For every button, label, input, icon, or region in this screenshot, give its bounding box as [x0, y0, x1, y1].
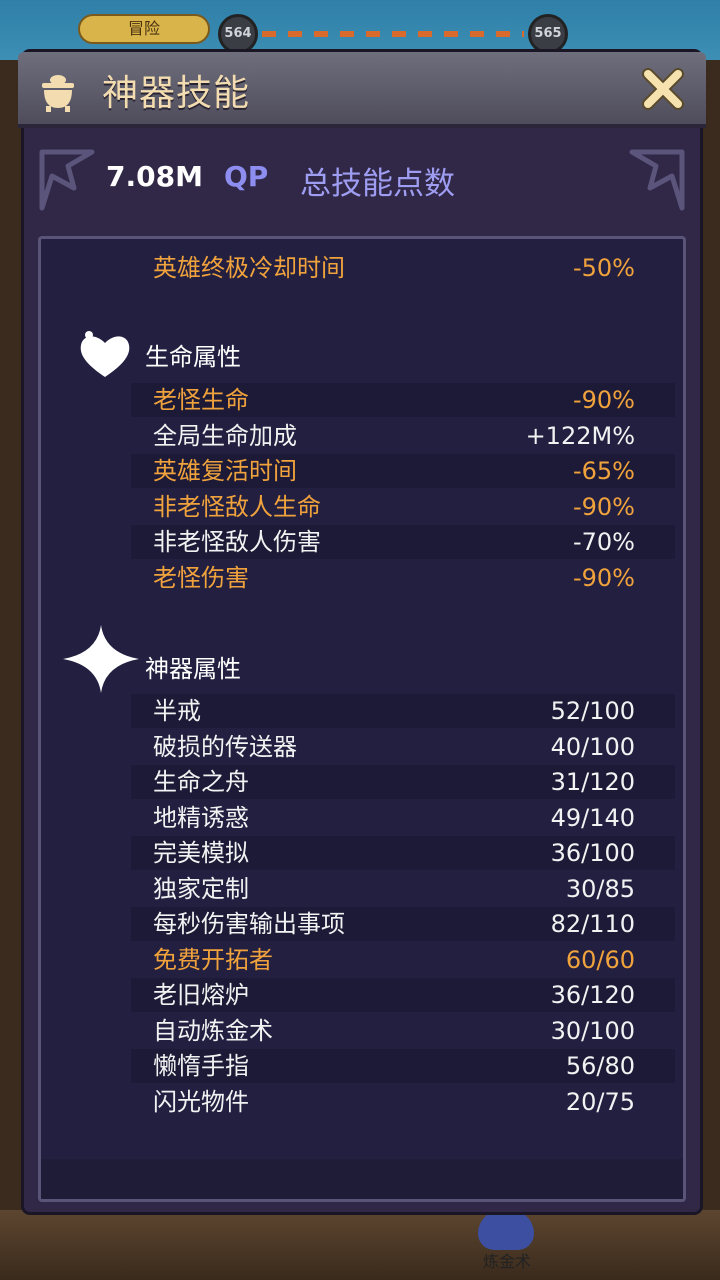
stat-label: 老怪生命 [153, 386, 249, 414]
adventure-tab[interactable]: 冒险 [78, 14, 210, 44]
stat-value: -65% [572, 457, 635, 485]
stat-value: -90% [572, 492, 635, 521]
close-icon[interactable] [638, 64, 688, 114]
stat-value: 30/85 [565, 874, 635, 903]
stat-label: 英雄终极冷却时间 [153, 254, 345, 282]
stat-label: 闪光物件 [153, 1087, 249, 1116]
alchemy-creature-icon[interactable] [478, 1210, 534, 1250]
stat-label: 生命之舟 [153, 768, 249, 796]
total-skill-points-label: 总技能点数 [300, 166, 455, 202]
bottom-nav-bar [0, 1210, 720, 1280]
stat-row: 完美模拟 36/100 [131, 836, 675, 870]
stat-label: 完美模拟 [153, 839, 249, 867]
stat-value: 36/120 [550, 981, 635, 1009]
heart-icon [80, 331, 130, 377]
stat-label: 地精诱惑 [153, 803, 249, 832]
stat-row: 闪光物件 20/75 [131, 1085, 675, 1119]
stat-row: 老怪生命 -90% [131, 383, 675, 417]
stat-row: 英雄复活时间 -65% [131, 454, 675, 488]
stage-progress-track [262, 31, 524, 37]
stat-value: -50% [572, 254, 635, 282]
stat-value: 52/100 [550, 697, 635, 725]
ornament-left-icon [39, 149, 95, 211]
stat-row: 地精诱惑 49/140 [131, 801, 675, 835]
stat-row: 免费开拓者 60/60 [131, 943, 675, 977]
stat-label: 每秒伤害输出事项 [153, 910, 345, 938]
stat-label: 老怪伤害 [153, 563, 249, 592]
sparkle-icon [63, 625, 139, 693]
stat-label: 非老怪敌人生命 [153, 492, 321, 521]
cauldron-icon [42, 75, 74, 112]
stat-row: 老怪伤害 -90% [131, 561, 675, 595]
stat-value: 31/120 [550, 768, 635, 796]
stat-value: 60/60 [565, 945, 635, 974]
stat-row: 每秒伤害输出事项 82/110 [131, 907, 675, 941]
stat-value: 40/100 [550, 732, 635, 761]
stat-row: 老旧熔炉 36/120 [131, 978, 675, 1012]
stat-label: 全局生命加成 [153, 421, 297, 450]
stat-value: +122M% [525, 421, 635, 450]
dialog-header: 神器技能 [18, 52, 706, 128]
stat-row: 半戒 52/100 [131, 694, 675, 728]
qp-unit: QP [224, 160, 269, 193]
artifact-section-title: 神器属性 [145, 655, 241, 683]
stat-value: 30/100 [550, 1016, 635, 1045]
stat-row: 非老怪敌人伤害 -70% [131, 525, 675, 559]
stat-label: 独家定制 [153, 874, 249, 903]
stat-value: 56/80 [565, 1052, 635, 1080]
stat-value: -90% [572, 563, 635, 592]
stat-row: 破损的传送器 40/100 [131, 730, 675, 764]
stat-label: 免费开拓者 [153, 945, 273, 974]
artifact-skills-dialog: 神器技能 7.08M QP 总技能点数 英雄终极冷却时间 -50% 生命属性 老… [18, 52, 706, 1212]
stat-row: 英雄终极冷却时间 -50% [131, 251, 675, 285]
stat-value: -70% [572, 528, 635, 556]
stat-row: 独家定制 30/85 [131, 872, 675, 906]
stat-label: 半戒 [153, 697, 201, 725]
stat-value: 36/100 [550, 839, 635, 867]
stat-label: 非老怪敌人伤害 [153, 528, 321, 556]
panel-bottom-strip [41, 1159, 683, 1199]
stat-row: 非老怪敌人生命 -90% [131, 490, 675, 524]
qp-summary: 7.08M QP 总技能点数 [38, 138, 686, 224]
stat-label: 英雄复活时间 [153, 457, 297, 485]
dialog-title: 神器技能 [102, 73, 251, 114]
qp-value: 7.08M [106, 160, 203, 193]
stat-label: 自动炼金术 [153, 1016, 273, 1045]
stat-label: 老旧熔炉 [153, 981, 249, 1009]
life-section-title: 生命属性 [145, 343, 241, 371]
stat-row: 懒惰手指 56/80 [131, 1049, 675, 1083]
stat-label: 破损的传送器 [153, 732, 297, 761]
stage-node-current[interactable]: 564 [218, 14, 258, 54]
stage-node-boss[interactable]: 565 [528, 14, 568, 54]
stat-value: 49/140 [550, 803, 635, 832]
ornament-right-icon [629, 149, 685, 211]
stat-row: 生命之舟 31/120 [131, 765, 675, 799]
stat-row: 全局生命加成 +122M% [131, 419, 675, 453]
stat-value: 20/75 [565, 1087, 635, 1116]
stat-label: 懒惰手指 [153, 1052, 249, 1080]
stat-value: -90% [572, 386, 635, 414]
stat-value: 82/110 [550, 910, 635, 938]
alchemy-tab-label[interactable]: 炼金术 [472, 1248, 542, 1272]
stats-scroll-panel[interactable]: 英雄终极冷却时间 -50% 生命属性 老怪生命 -90% 全局生命加成 +122M% 英… [38, 236, 686, 1202]
stat-row: 自动炼金术 30/100 [131, 1014, 675, 1048]
